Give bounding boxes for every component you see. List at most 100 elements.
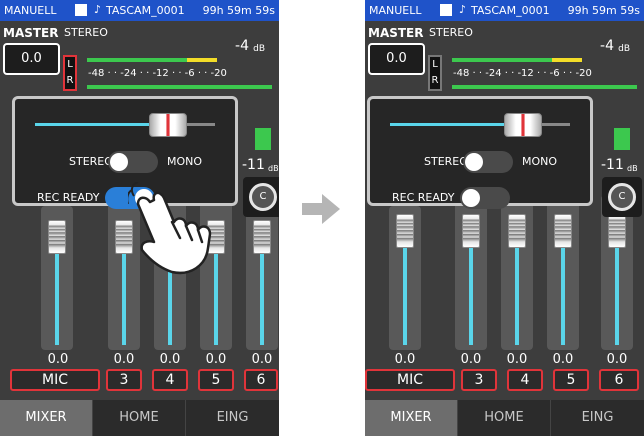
fader-knob-5[interactable] [554,214,572,248]
master-level-button[interactable]: 0.0 [3,43,60,75]
level-meter-right [87,85,272,89]
recording-mode: MANUELL [369,4,422,17]
master-peak-db: -4 [235,38,249,54]
stereo-mono-toggle[interactable] [108,151,158,173]
device-screen-after: MANUELL ♪ TASCAM_0001 99h 59m 59s MASTER… [365,0,644,436]
master-peak-db-unit: dB [253,44,265,54]
mono-label: MONO [522,155,558,168]
channel-label-3[interactable]: 3 [106,369,142,391]
toggle-knob [110,153,128,171]
level-meter-right [452,85,637,89]
level-meter-left [452,58,552,62]
device-screen-before: MANUELL ♪ TASCAM_0001 99h 59m 59s MASTER… [0,0,279,436]
fader-level-6 [615,245,619,345]
channel-6-db: -11 [242,157,265,173]
meter-scale: -48 · · -24 · · -12 · · -6 · · -20 [88,68,227,79]
record-indicator [75,4,87,16]
channel-label-5[interactable]: 5 [198,369,234,391]
fader-value-4: 0.0 [159,352,181,367]
toggle-knob [462,189,480,207]
mono-label: MONO [167,155,203,168]
tab-mixer[interactable]: MIXER [0,400,93,436]
fader-knob-6[interactable] [253,220,271,254]
level-slider-knob[interactable] [149,113,187,137]
fader-level-4 [515,245,519,345]
remaining-time: 99h 59m 59s [202,4,275,17]
channel-label-5[interactable]: 5 [553,369,589,391]
channel-6-db-unit: dB [627,164,638,173]
file-name: TASCAM_0001 [471,4,550,17]
stereo-label: STEREO [69,155,113,168]
level-slider[interactable] [35,123,215,126]
master-stereo-label: STEREO [64,26,108,39]
record-indicator [440,4,452,16]
bottom-tab-bar: MIXER HOME EING [0,400,279,436]
fader-knob-mic[interactable] [48,220,66,254]
arrow-right-icon [302,194,340,224]
channel-label-6[interactable]: 6 [599,369,639,391]
master-label: MASTER [368,26,424,40]
fader-level-3 [469,245,473,345]
fader-value-5: 0.0 [205,352,227,367]
lr-left-label: L [432,59,438,70]
rec-ready-label: REC READY [37,191,100,204]
fader-knob-4[interactable] [508,214,526,248]
lr-right-label: R [431,75,439,86]
pan-knob[interactable]: C [608,183,636,211]
tab-home[interactable]: HOME [93,400,186,436]
fader-value-6: 0.0 [606,352,628,367]
master-peak-db-unit: dB [618,44,630,54]
channel-label-4[interactable]: 4 [507,369,543,391]
fader-knob-mic[interactable] [396,214,414,248]
tab-home[interactable]: HOME [458,400,551,436]
tab-eing[interactable]: EING [551,400,644,436]
channel-label-4[interactable]: 4 [152,369,188,391]
file-name: TASCAM_0001 [106,4,185,17]
status-bar: MANUELL ♪ TASCAM_0001 99h 59m 59s [365,0,644,21]
status-bar: MANUELL ♪ TASCAM_0001 99h 59m 59s [0,0,279,21]
pan-knob[interactable]: C [249,183,277,211]
channel-6-meter [614,128,630,150]
music-note-icon: ♪ [459,3,467,16]
channel-6-meter [255,128,271,150]
level-slider-fill [390,123,510,126]
tab-mixer[interactable]: MIXER [365,400,458,436]
fader-value-5: 0.0 [552,352,574,367]
fader-knob-3[interactable] [462,214,480,248]
fader-value-3: 0.0 [113,352,135,367]
bottom-tab-bar: MIXER HOME EING [365,400,644,436]
lr-link-button[interactable]: L R [428,55,442,91]
remaining-time: 99h 59m 59s [567,4,640,17]
lr-right-label: R [66,75,74,86]
master-peak-db: -4 [600,38,614,54]
meter-scale: -48 · · -24 · · -12 · · -6 · · -20 [453,68,592,79]
fader-value-4: 0.0 [506,352,528,367]
channel-label-mic[interactable]: MIC [10,369,100,391]
lr-left-label: L [67,59,73,70]
music-note-icon: ♪ [94,3,102,16]
channel-settings-popup: STEREO MONO REC READY [367,96,593,209]
level-slider-knob[interactable] [504,113,542,137]
channel-label-3[interactable]: 3 [461,369,497,391]
recording-mode: MANUELL [4,4,57,17]
channel-label-mic[interactable]: MIC [365,369,455,391]
toggle-knob [465,153,483,171]
level-meter-left-peak [552,58,582,62]
tab-eing[interactable]: EING [186,400,279,436]
stereo-mono-toggle[interactable] [463,151,513,173]
fader-value-6: 0.0 [251,352,273,367]
channel-label-6[interactable]: 6 [244,369,278,391]
fader-level-5 [561,245,565,345]
tapping-hand-icon [128,182,212,275]
level-slider-fill [35,123,155,126]
fader-level-3 [122,245,126,345]
channel-6-db-unit: dB [268,164,279,173]
fader-value-mic: 0.0 [47,352,69,367]
fader-level-6 [260,245,264,345]
level-slider[interactable] [390,123,570,126]
rec-ready-toggle[interactable] [460,187,510,209]
fader-knob-6[interactable] [608,214,626,248]
lr-link-button[interactable]: L R [63,55,77,91]
master-level-button[interactable]: 0.0 [368,43,425,75]
master-level-value: 0.0 [386,51,407,66]
